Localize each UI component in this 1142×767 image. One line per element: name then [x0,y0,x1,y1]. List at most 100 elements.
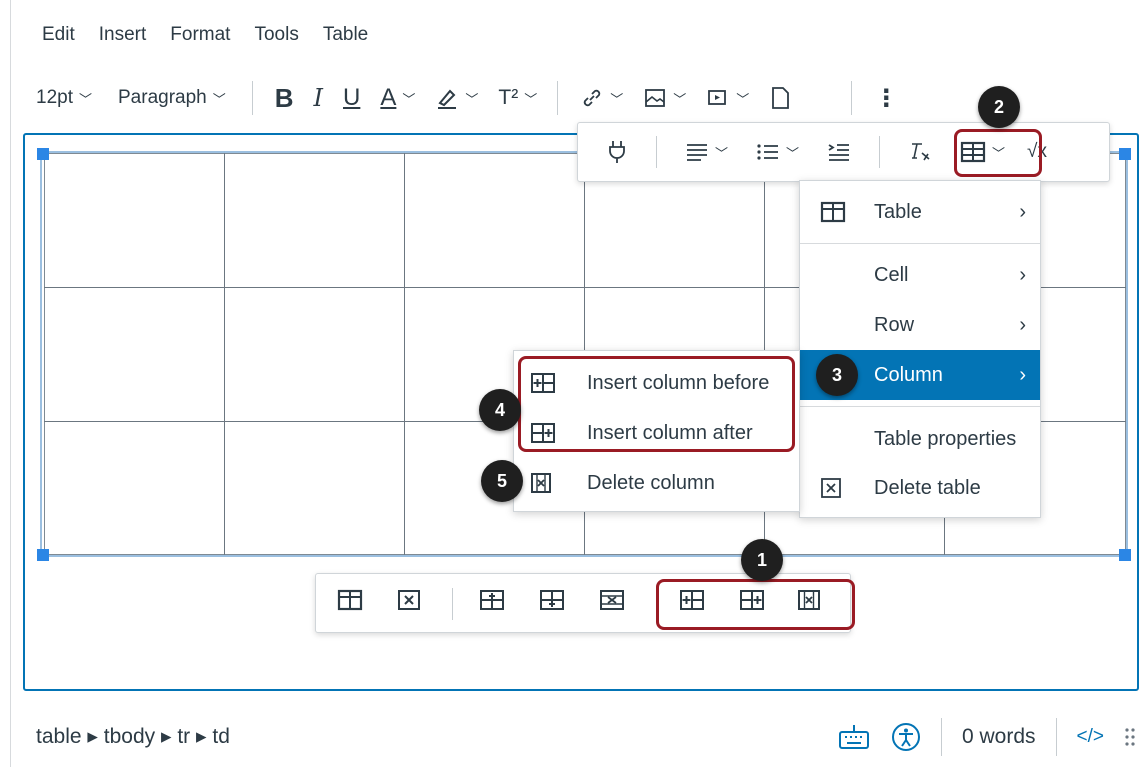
menu-tools[interactable]: Tools [254,24,298,46]
step-badge-5: 5 [481,460,523,502]
clear-formatting-icon [912,143,930,161]
step-badge-2: 2 [978,86,1020,128]
menu-format[interactable]: Format [170,24,230,46]
toolbar-divider [851,81,853,115]
highlighter-icon [438,89,457,109]
toolbar-divider [879,136,881,168]
plug-icon [609,141,625,163]
underline-icon: U [343,84,361,111]
table-menu: Table › Cell › Row › Column › Table prop… [799,180,1041,518]
highlight-box [656,579,855,630]
highlight-box [954,129,1042,177]
insert-row-before-button[interactable] [478,588,506,612]
chevron-down-icon: ﹀ [402,91,416,107]
resize-handle-bottom-left[interactable] [37,549,49,561]
menu-item-label: Column [874,363,943,386]
menu-divider [800,406,1040,407]
italic-button[interactable]: I [314,84,323,112]
keyboard-shortcuts-button[interactable] [837,723,871,751]
block-format-select[interactable]: Paragraph ﹀ [118,87,226,109]
more-button[interactable]: ⋮ [874,84,898,113]
link-button[interactable]: ﹀ [580,86,623,110]
resize-handle-top-right[interactable] [1119,148,1131,160]
accessibility-icon [891,723,920,751]
status-divider [1055,718,1057,756]
bullet-list-icon [757,144,779,160]
menu-item-delete-table[interactable]: Delete table [800,463,1040,513]
bold-icon: B [274,82,294,113]
block-format-value: Paragraph [118,87,207,108]
align-icon [687,144,707,161]
menu-item-label: Table [874,200,922,223]
plugin-button[interactable] [606,139,628,165]
main-toolbar: 12pt ﹀ Paragraph ﹀ B I U A ﹀ ﹀ T² ﹀ ﹀ ﹀ ﹀ ⋮ [36,76,1136,120]
superscript-button[interactable]: T² ﹀ [498,86,537,110]
menu-item-cell[interactable]: Cell › [800,250,1040,300]
status-divider [940,718,942,756]
chevron-down-icon: ﹀ [715,145,729,161]
insert-row-after-button[interactable] [538,588,566,612]
keyboard-icon [838,725,869,749]
list-button[interactable]: ﹀ [756,142,799,162]
underline-button[interactable]: U [343,84,360,112]
chevron-right-icon: › [1019,363,1026,386]
media-button[interactable]: ﹀ [706,86,749,110]
table-properties-button[interactable] [336,588,364,612]
menu-item-label: Row [874,313,915,336]
resize-handle-top-left[interactable] [37,148,49,160]
highlight-box [518,356,795,452]
italic-icon: I [313,84,324,112]
chevron-right-icon: › [1019,313,1026,336]
menu-item-table[interactable]: Table › [800,187,1040,237]
table-icon [337,589,363,611]
menu-item-row[interactable]: Row › [800,300,1040,350]
bold-button[interactable]: B [275,83,294,114]
chevron-down-icon: ﹀ [673,91,687,107]
menu-insert[interactable]: Insert [99,24,147,46]
document-button[interactable] [769,86,791,110]
chevron-down-icon: ﹀ [786,145,800,161]
html-editor-toggle[interactable]: </> [1077,726,1104,748]
menu-item-table-properties[interactable]: Table properties [800,414,1040,464]
delete-table-icon [820,477,842,499]
delete-row-button[interactable] [598,588,626,612]
drag-handle-icon [1125,728,1135,746]
breadcrumb[interactable]: table ▸ tbody ▸ tr ▸ td [36,724,230,749]
menu-divider [800,243,1040,244]
chevron-right-icon: › [1019,200,1026,223]
document-icon [772,87,790,109]
delete-table-button[interactable] [396,588,422,612]
delete-table-icon [398,590,420,610]
align-button[interactable]: ﹀ [685,142,728,162]
toolbar-divider [656,136,657,168]
indent-button[interactable] [827,142,851,162]
table-column-divider [224,153,225,555]
menu-item-label: Delete table [874,476,981,499]
delete-column-item[interactable]: Delete column [514,458,799,508]
chevron-down-icon: ﹀ [212,91,226,107]
menubar: Edit Insert Format Tools Table [42,24,368,46]
media-icon [708,90,727,105]
menu-edit[interactable]: Edit [42,24,75,46]
text-color-button[interactable]: A ﹀ [380,84,415,112]
toolbar-divider [251,81,253,115]
more-icon: ⋮ [874,84,899,112]
toolbar-divider [452,588,453,620]
table-column-divider [404,153,405,555]
delete-column-icon [530,472,552,494]
chevron-down-icon: ﹀ [610,91,624,107]
chevron-right-icon: › [1019,263,1026,286]
clear-formatting-button[interactable] [908,141,932,163]
font-size-select[interactable]: 12pt ﹀ [36,87,92,109]
status-bar: table ▸ tbody ▸ tr ▸ td 0 words </> [36,718,1136,756]
image-button[interactable]: ﹀ [643,86,686,110]
resize-handle-bottom-right[interactable] [1119,549,1131,561]
status-right: 0 words </> [817,718,1136,756]
word-count[interactable]: 0 words [962,725,1036,749]
highlight-color-button[interactable]: ﹀ [435,86,478,110]
resize-grip[interactable] [1124,726,1136,748]
link-icon [584,89,601,107]
font-size-value: 12pt [36,87,73,108]
accessibility-checker-button[interactable] [891,722,921,752]
menu-table[interactable]: Table [323,24,368,46]
